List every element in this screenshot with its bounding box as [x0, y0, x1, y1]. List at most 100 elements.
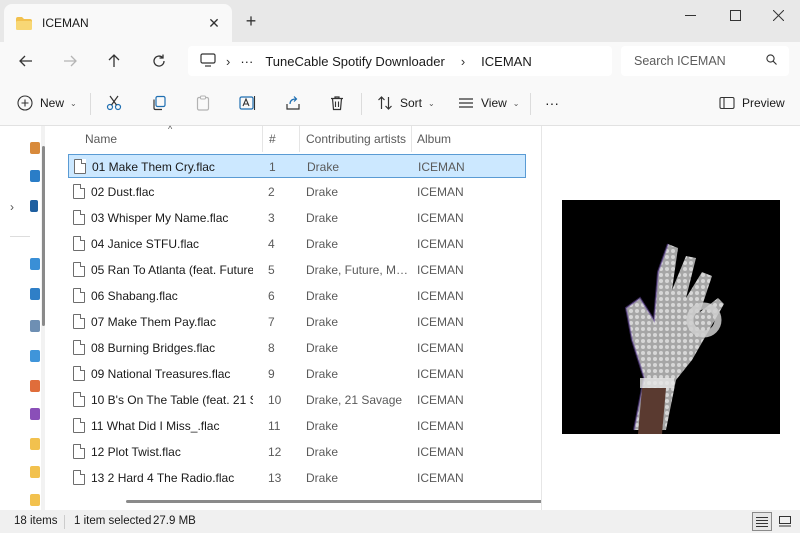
- downloads-icon[interactable]: [30, 288, 40, 300]
- command-bar: New ⌄ Sort ⌄ View ⌄ ··· Preview: [0, 80, 800, 126]
- file-row[interactable]: 13 2 Hard 4 The Radio.flac 13 Drake ICEMAN: [68, 466, 526, 490]
- file-icon: [73, 210, 85, 225]
- breadcrumb-overflow[interactable]: ···: [240, 54, 253, 69]
- chevron-down-icon: ⌄: [512, 98, 520, 108]
- file-name: 03 Whisper My Name.flac: [91, 211, 229, 225]
- file-row[interactable]: 07 Make Them Pay.flac 7 Drake ICEMAN: [68, 310, 526, 334]
- address-bar[interactable]: › ··· TuneCable Spotify Downloader › ICE…: [188, 46, 612, 76]
- file-album: ICEMAN: [417, 419, 464, 433]
- divider: [361, 93, 362, 115]
- chevron-right-icon[interactable]: ›: [10, 200, 14, 214]
- selection-count: 1 item selected: [74, 515, 152, 527]
- file-row[interactable]: 11 What Did I Miss_.flac 11 Drake ICEMAN: [68, 414, 526, 438]
- up-button[interactable]: [100, 48, 128, 74]
- documents-icon[interactable]: [30, 320, 40, 332]
- file-icon: [73, 392, 85, 407]
- sort-button[interactable]: Sort ⌄: [376, 91, 435, 115]
- refresh-button[interactable]: [145, 48, 173, 74]
- tiles-view-button[interactable]: [775, 512, 795, 531]
- scissors-icon: [105, 94, 123, 112]
- file-album: ICEMAN: [417, 367, 464, 381]
- folder-icon[interactable]: [30, 438, 40, 450]
- back-button[interactable]: [12, 48, 40, 74]
- file-icon: [74, 159, 86, 174]
- file-name: 13 2 Hard 4 The Radio.flac: [91, 471, 235, 485]
- chevron-right-icon[interactable]: ›: [226, 54, 230, 69]
- file-icon: [73, 288, 85, 303]
- file-row[interactable]: 06 Shabang.flac 6 Drake ICEMAN: [68, 284, 526, 308]
- music-icon[interactable]: [30, 380, 40, 392]
- tab-title: ICEMAN: [42, 16, 89, 30]
- file-row[interactable]: 05 Ran To Atlanta (feat. Future ... 5 Drak…: [68, 258, 526, 282]
- item-count: 18 items: [14, 515, 58, 527]
- file-name: 09 National Treasures.flac: [91, 367, 231, 381]
- desktop-icon[interactable]: [30, 258, 40, 270]
- nav-scrollbar-thumb[interactable]: [42, 146, 45, 326]
- rename-button[interactable]: [239, 91, 257, 115]
- home-icon[interactable]: [30, 142, 40, 154]
- status-bar: 18 items 1 item selected 27.9 MB: [0, 510, 800, 533]
- file-artists: Drake: [306, 419, 339, 433]
- gallery-icon[interactable]: [30, 170, 40, 182]
- file-row[interactable]: 09 National Treasures.flac 9 Drake ICEMAN: [68, 362, 526, 386]
- divider: [90, 93, 91, 115]
- more-options-button[interactable]: ···: [545, 91, 559, 115]
- file-name: 12 Plot Twist.flac: [91, 445, 181, 459]
- minimize-button[interactable]: [668, 0, 712, 30]
- file-track: 9: [268, 367, 275, 381]
- close-tab-icon[interactable]: ✕: [206, 15, 222, 31]
- tab-iceman[interactable]: ICEMAN ✕: [4, 4, 232, 42]
- column-track[interactable]: #: [269, 132, 276, 146]
- file-row[interactable]: 04 Janice STFU.flac 4 Drake ICEMAN: [68, 232, 526, 256]
- cut-button[interactable]: [105, 91, 123, 115]
- file-row[interactable]: 10 B's On The Table (feat. 21 Sa... 10 Dra…: [68, 388, 526, 412]
- breadcrumb-tunecable[interactable]: TuneCable Spotify Downloader: [265, 54, 444, 69]
- arrow-up-icon: [108, 54, 120, 67]
- file-album: ICEMAN: [418, 160, 465, 174]
- file-artists: Drake: [306, 237, 339, 251]
- horizontal-scrollbar-thumb[interactable]: [126, 500, 546, 503]
- onedrive-icon[interactable]: [30, 200, 38, 212]
- file-row[interactable]: 02 Dust.flac 2 Drake ICEMAN: [68, 180, 526, 204]
- album-art-preview: [562, 200, 780, 434]
- file-row[interactable]: 12 Plot Twist.flac 12 Drake ICEMAN: [68, 440, 526, 464]
- search-box[interactable]: Search ICEMAN: [621, 46, 789, 76]
- column-divider[interactable]: [299, 126, 300, 152]
- arrow-right-icon: [64, 55, 77, 67]
- maximize-button[interactable]: [713, 0, 757, 30]
- chevron-right-icon[interactable]: ›: [461, 54, 465, 69]
- new-button[interactable]: New ⌄: [16, 91, 77, 115]
- new-tab-button[interactable]: +: [241, 12, 261, 32]
- paste-button[interactable]: [194, 91, 212, 115]
- preview-pane-icon: [718, 94, 736, 112]
- details-view-button[interactable]: [752, 512, 772, 531]
- file-album: ICEMAN: [417, 341, 464, 355]
- videos-icon[interactable]: [30, 408, 40, 420]
- folder-icon[interactable]: [30, 466, 40, 478]
- file-row[interactable]: 03 Whisper My Name.flac 3 Drake ICEMAN: [68, 206, 526, 230]
- close-window-button[interactable]: [756, 0, 800, 30]
- file-artists: Drake: [306, 445, 339, 459]
- copy-button[interactable]: [150, 91, 168, 115]
- file-row[interactable]: 08 Burning Bridges.flac 8 Drake ICEMAN: [68, 336, 526, 360]
- column-divider[interactable]: [411, 126, 412, 152]
- folder-icon[interactable]: [30, 494, 40, 506]
- file-album: ICEMAN: [417, 185, 464, 199]
- view-label: View: [481, 96, 507, 110]
- column-album[interactable]: Album: [417, 132, 451, 146]
- column-contributing-artists[interactable]: Contributing artists: [306, 132, 406, 146]
- delete-button[interactable]: [328, 91, 346, 115]
- pictures-icon[interactable]: [30, 350, 40, 362]
- forward-button[interactable]: [56, 48, 84, 74]
- search-input[interactable]: Search ICEMAN: [634, 54, 766, 68]
- preview-pane-button[interactable]: Preview: [718, 91, 785, 115]
- file-artists: Drake: [307, 160, 340, 174]
- share-button[interactable]: [284, 91, 302, 115]
- view-button[interactable]: View ⌄: [457, 91, 520, 115]
- column-name[interactable]: Name: [85, 132, 117, 146]
- column-header-row: ^ Name # Contributing artists Album: [56, 124, 540, 152]
- column-divider[interactable]: [262, 126, 263, 152]
- file-track: 3: [268, 211, 275, 225]
- breadcrumb-iceman[interactable]: ICEMAN: [481, 54, 532, 69]
- file-row[interactable]: 01 Make Them Cry.flac 1 Drake ICEMAN: [68, 154, 526, 178]
